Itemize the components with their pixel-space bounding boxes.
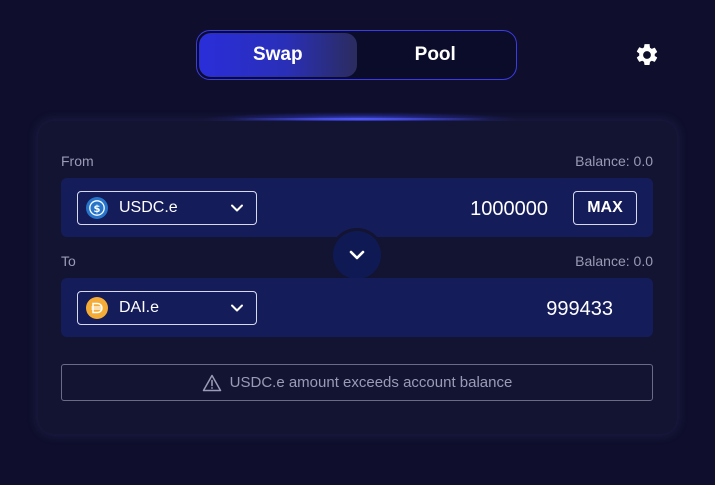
from-label: From xyxy=(61,153,94,169)
swap-direction-button[interactable] xyxy=(333,231,381,279)
from-balance: Balance: 0.0 xyxy=(575,153,653,169)
from-token-name: USDC.e xyxy=(119,199,178,216)
swap-card: From Balance: 0.0 $ USDC.e 1000000 MAX T… xyxy=(38,121,677,434)
to-label: To xyxy=(61,253,76,269)
tab-pool[interactable]: Pool xyxy=(357,33,515,77)
warning-banner: USDC.e amount exceeds account balance xyxy=(61,364,653,401)
from-row: $ USDC.e 1000000 MAX xyxy=(61,178,653,237)
usdc-icon: $ xyxy=(86,197,108,219)
glow-line-decoration xyxy=(230,118,490,120)
warning-icon xyxy=(202,374,221,391)
warning-text: USDC.e amount exceeds account balance xyxy=(229,374,513,391)
from-token-select[interactable]: $ USDC.e xyxy=(77,191,257,225)
chevron-down-icon xyxy=(230,201,244,215)
to-row: DAI.e 999433 xyxy=(61,278,653,337)
chevron-down-icon xyxy=(349,250,365,260)
to-token-name: DAI.e xyxy=(119,299,160,316)
dai-icon xyxy=(86,297,108,319)
svg-text:$: $ xyxy=(94,204,101,215)
from-amount-input[interactable]: 1000000 xyxy=(421,198,548,221)
to-amount-input[interactable]: 999433 xyxy=(501,298,613,321)
gear-icon[interactable] xyxy=(634,42,660,68)
to-token-select[interactable]: DAI.e xyxy=(77,291,257,325)
to-balance: Balance: 0.0 xyxy=(575,253,653,269)
swap-pool-toggle: Swap Pool xyxy=(196,30,517,80)
max-button[interactable]: MAX xyxy=(573,191,637,225)
chevron-down-icon xyxy=(230,301,244,315)
swap-page: Swap Pool From Balance: 0.0 $ USDC.e 100… xyxy=(0,0,715,485)
tab-swap[interactable]: Swap xyxy=(199,33,357,77)
